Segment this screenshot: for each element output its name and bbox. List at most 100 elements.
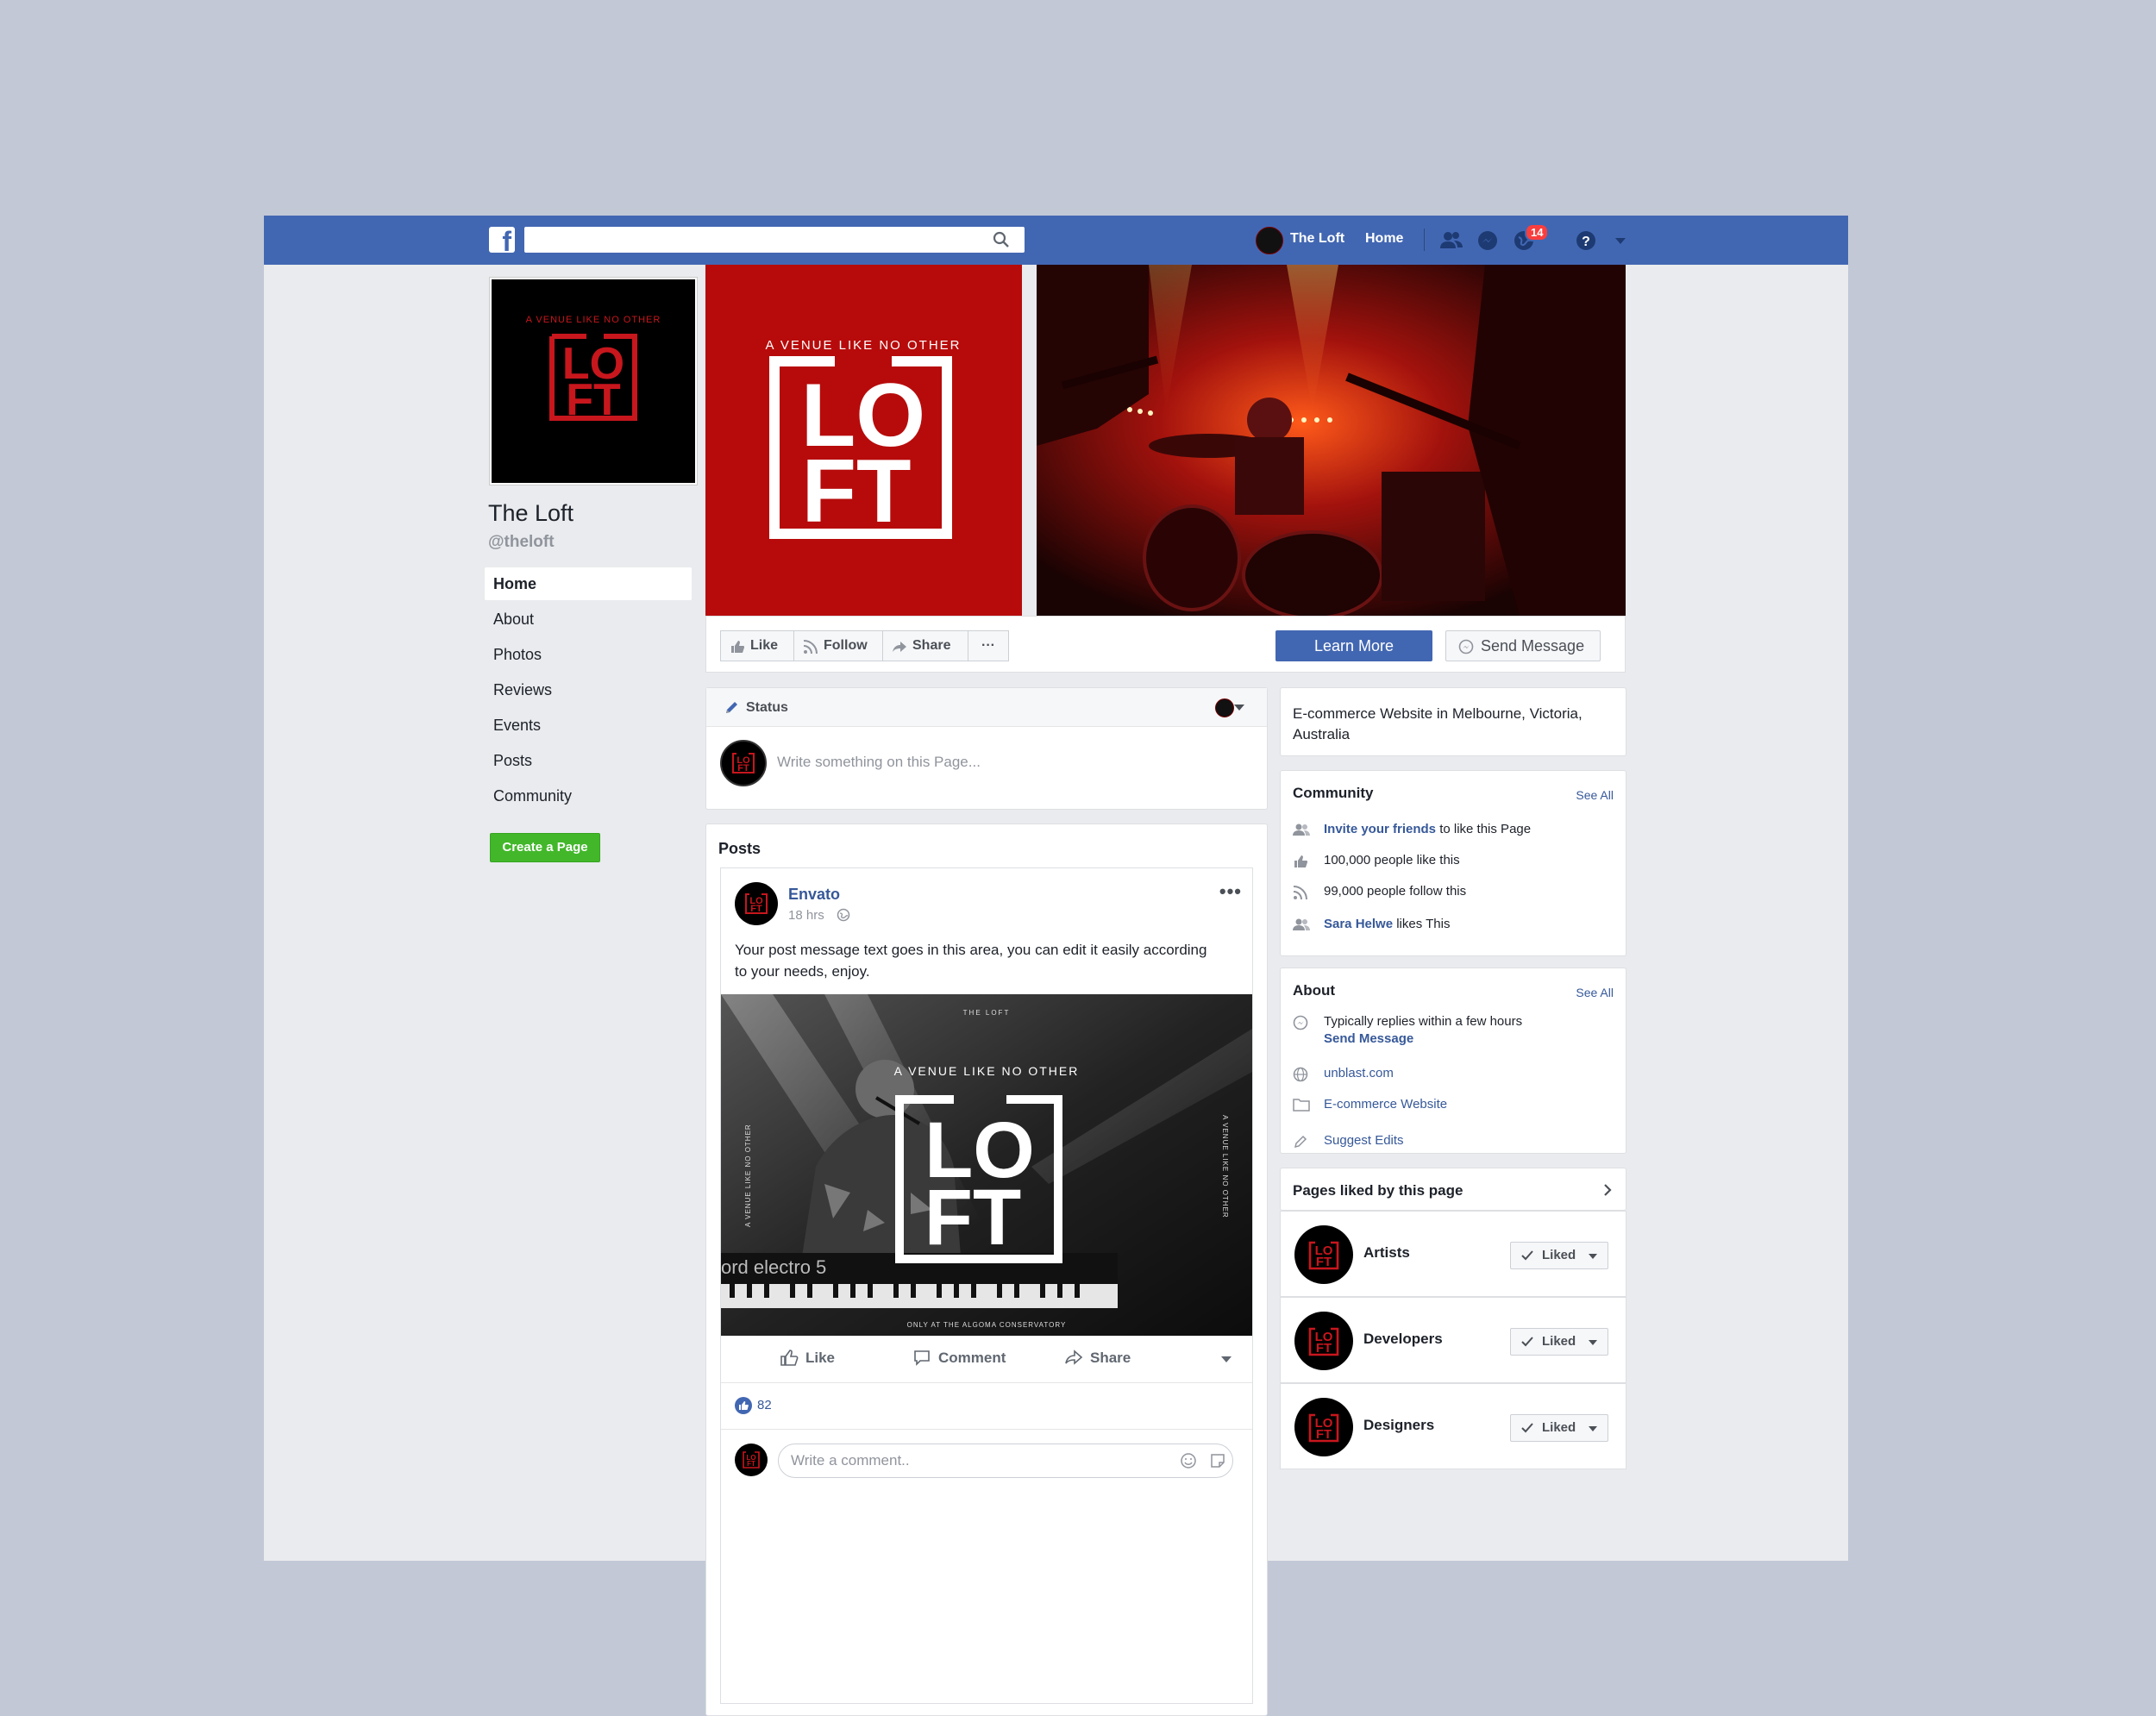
- comment-input[interactable]: [778, 1444, 1233, 1478]
- post-author-avatar[interactable]: LO FT: [735, 882, 778, 925]
- page-avatar[interactable]: [1256, 227, 1283, 254]
- liked-page-avatar[interactable]: LO FT: [1294, 1225, 1353, 1284]
- checkmark-icon: [1521, 1250, 1533, 1261]
- website-link[interactable]: unblast.com: [1324, 1066, 1394, 1080]
- community-heading: Community: [1293, 785, 1374, 801]
- folder-icon: [1293, 1099, 1310, 1112]
- about-see-all-link[interactable]: See All: [1576, 986, 1614, 999]
- liked-toggle-button[interactable]: Liked: [1510, 1242, 1608, 1269]
- invite-friends-link[interactable]: Invite your friends: [1324, 822, 1436, 836]
- post-author-name[interactable]: Envato: [788, 886, 840, 904]
- nav-item-reviews[interactable]: Reviews: [485, 673, 692, 706]
- liked-page-name[interactable]: Designers: [1363, 1417, 1434, 1434]
- people-icon: [1293, 824, 1310, 836]
- liked-label: Liked: [1542, 1420, 1576, 1435]
- liked-page-avatar[interactable]: LO FT: [1294, 1312, 1353, 1370]
- topbar-divider: [1424, 229, 1425, 251]
- sticker-icon[interactable]: [1209, 1452, 1226, 1469]
- page-description: E-commerce Website in Melbourne, Victori…: [1293, 705, 1583, 742]
- posting-as-avatar[interactable]: [1215, 698, 1234, 717]
- status-input-placeholder[interactable]: Write something on this Page...: [777, 754, 981, 771]
- about-send-message-link[interactable]: Send Message: [1324, 1031, 1413, 1046]
- follow-rss-icon: [803, 640, 818, 654]
- invite-friends-text: to like this Page: [1436, 822, 1532, 836]
- status-header: Status: [706, 688, 1267, 727]
- nav-item-community[interactable]: Community: [485, 780, 692, 812]
- post-message: Your post message text goes in this area…: [735, 942, 1207, 980]
- post-comment-button[interactable]: Comment: [912, 1350, 1006, 1367]
- post-share-button[interactable]: Share: [1064, 1350, 1131, 1367]
- globe-icon: [1293, 1067, 1308, 1082]
- liked-toggle-button[interactable]: Liked: [1510, 1414, 1608, 1442]
- svg-text:FT: FT: [750, 904, 762, 914]
- svg-text:?: ?: [1582, 235, 1590, 249]
- liked-pages-header[interactable]: Pages liked by this page: [1280, 1168, 1626, 1211]
- follow-label: Follow: [824, 638, 868, 653]
- messenger-icon[interactable]: [1475, 228, 1501, 254]
- comment-composer: LO FT: [721, 1429, 1252, 1492]
- about-card: About See All Typically replies within a…: [1280, 968, 1626, 1154]
- svg-text:FT: FT: [566, 375, 621, 425]
- liked-page-name[interactable]: Artists: [1363, 1244, 1410, 1262]
- liked-label: Liked: [1542, 1248, 1576, 1262]
- like-page-button[interactable]: Like: [720, 630, 794, 661]
- learn-more-button[interactable]: Learn More: [1275, 630, 1432, 661]
- svg-text:FT: FT: [747, 1460, 755, 1468]
- reaction-options-caret-icon[interactable]: [1221, 1356, 1232, 1362]
- follow-rss-icon: [1293, 886, 1307, 900]
- poster-side-left-text: A VENUE LIKE NO OTHER: [744, 1124, 752, 1227]
- reaction-count: 82: [757, 1398, 772, 1412]
- post-like-button[interactable]: Like: [780, 1350, 835, 1367]
- profile-picture[interactable]: A VENUE LIKE NO OTHER LO FT: [490, 278, 697, 485]
- facebook-logo-icon[interactable]: f: [489, 227, 515, 255]
- send-message-button[interactable]: Send Message: [1445, 630, 1601, 661]
- cover-photo-band-concert[interactable]: [1037, 265, 1626, 616]
- page-likes-count: 100,000 people like this: [1324, 853, 1460, 867]
- community-card: Community See All Invite your friends to…: [1280, 770, 1626, 956]
- search-input[interactable]: [524, 227, 1025, 253]
- friend-name-link[interactable]: Sara Helwe: [1324, 917, 1393, 931]
- commenter-avatar: LO FT: [735, 1444, 768, 1476]
- share-page-button[interactable]: Share: [882, 630, 968, 661]
- nav-item-about[interactable]: About: [485, 603, 692, 636]
- page-handle[interactable]: @theloft: [488, 533, 555, 552]
- topbar-page-name[interactable]: The Loft: [1290, 231, 1344, 247]
- messenger-icon: [1293, 1015, 1308, 1030]
- liked-toggle-button[interactable]: Liked: [1510, 1328, 1608, 1356]
- notification-count-badge: 14: [1525, 223, 1550, 241]
- topbar-home-link[interactable]: Home: [1365, 231, 1403, 247]
- svg-text:FT: FT: [924, 1174, 1021, 1262]
- nav-item-home[interactable]: Home: [485, 567, 692, 600]
- liked-page-avatar[interactable]: LO FT: [1294, 1398, 1353, 1456]
- liked-page-item: LO FT Designers Liked: [1280, 1383, 1626, 1469]
- chevron-right-icon[interactable]: [1601, 1182, 1614, 1198]
- posts-section: Posts LO FT Envato 18 hrs ••• Your post m…: [705, 824, 1268, 1716]
- account-menu-caret-icon[interactable]: [1608, 228, 1633, 254]
- community-see-all-link[interactable]: See All: [1576, 788, 1614, 802]
- liked-page-name[interactable]: Developers: [1363, 1331, 1443, 1348]
- emoji-icon[interactable]: [1180, 1452, 1197, 1469]
- help-icon[interactable]: ?: [1573, 228, 1599, 254]
- post-image-concert-poster[interactable]: ord electro 5 THE LOFT A VENUE LIKE NO O…: [721, 994, 1252, 1336]
- nav-item-posts[interactable]: Posts: [485, 744, 692, 777]
- posts-heading: Posts: [718, 840, 761, 857]
- svg-text:FT: FT: [801, 442, 911, 542]
- search-icon[interactable]: [992, 230, 1011, 249]
- reaction-summary[interactable]: 82: [735, 1397, 772, 1414]
- friend-requests-icon[interactable]: [1438, 228, 1464, 254]
- nav-item-events[interactable]: Events: [485, 709, 692, 742]
- post-timestamp[interactable]: 18 hrs: [788, 908, 824, 923]
- more-options-button[interactable]: ···: [968, 630, 1009, 661]
- category-link[interactable]: E-commerce Website: [1324, 1097, 1447, 1112]
- profile-logo-tagline: A VENUE LIKE NO OTHER: [526, 315, 661, 325]
- nav-item-photos[interactable]: Photos: [485, 638, 692, 671]
- posting-as-caret-icon[interactable]: [1234, 705, 1244, 711]
- create-page-button[interactable]: Create a Page: [490, 833, 600, 862]
- invite-friends-row: Invite your friends to like this Page: [1293, 821, 1626, 838]
- friend-likes-text: likes This: [1393, 917, 1451, 931]
- follow-button[interactable]: Follow: [793, 630, 883, 661]
- cover-tagline: A VENUE LIKE NO OTHER: [765, 338, 961, 353]
- status-tab-label[interactable]: Status: [746, 700, 788, 716]
- suggest-edits-link[interactable]: Suggest Edits: [1324, 1133, 1404, 1148]
- post-options-icon[interactable]: •••: [1219, 880, 1242, 903]
